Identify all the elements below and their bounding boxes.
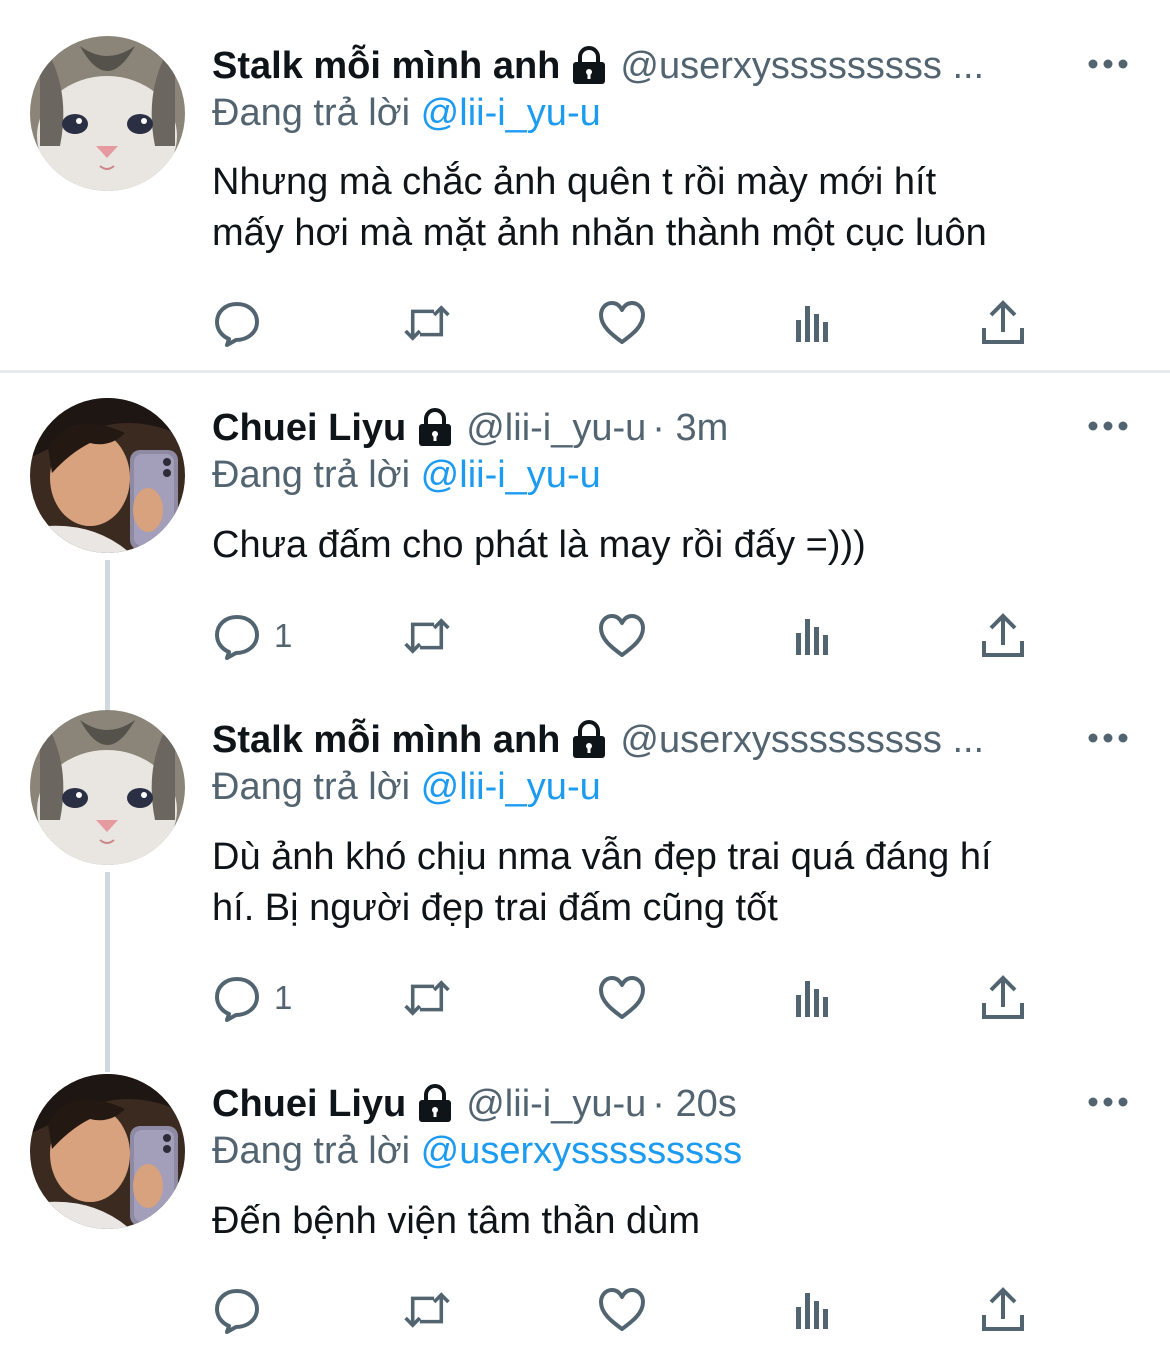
reply-button[interactable] (212, 295, 274, 351)
analytics-icon (796, 619, 828, 655)
analytics-icon (796, 981, 828, 1017)
tweet-header: Chuei Liyu @lii-i_yu-u · 3m (212, 402, 1080, 454)
tweet-text-line: Dù ảnh khó chịu nma vẫn đẹp trai quá đán… (212, 836, 992, 878)
reply-icon (215, 302, 259, 347)
tweet-header: Stalk mỗi mình anh @userxysssssssss ... (212, 714, 1080, 766)
replying-label: Đang trả lời (212, 92, 411, 134)
tweet-text-line: hí. Bị người đẹp trai đấm cũng tốt (212, 887, 778, 929)
display-name[interactable]: Chuei Liyu (212, 407, 406, 450)
lock-icon (570, 720, 608, 760)
tweet-header: Stalk mỗi mình anh @userxysssssssss ... (212, 40, 1080, 92)
like-button[interactable] (597, 295, 647, 351)
more-icon[interactable] (1086, 42, 1130, 86)
tweet-text: Đến bệnh viện tâm thần dùm (212, 1196, 1142, 1247)
avatar-cat[interactable] (30, 36, 185, 191)
retweet-button[interactable] (402, 970, 452, 1026)
tweet-text: Dù ảnh khó chịu nma vẫn đẹp trai quá đán… (212, 832, 1142, 934)
tweet[interactable]: Chuei Liyu @lii-i_yu-u · 20s Đang trả lờ… (0, 1048, 1170, 1356)
analytics-button[interactable] (788, 295, 838, 351)
action-bar (212, 295, 1052, 351)
reply-icon (215, 1289, 259, 1334)
tweet-text-line: mấy hơi mà mặt ảnh nhăn thành một cục lu… (212, 212, 987, 254)
retweet-icon (404, 1292, 450, 1328)
reply-icon (215, 977, 259, 1022)
analytics-icon (796, 1293, 828, 1329)
display-name[interactable]: Chuei Liyu (212, 1083, 406, 1126)
analytics-button[interactable] (788, 970, 838, 1026)
action-bar: 1 (212, 608, 1052, 664)
share-button[interactable] (978, 295, 1028, 351)
tweet[interactable]: Chuei Liyu @lii-i_yu-u · 3m Đang trả lời… (0, 372, 1170, 682)
replying-to: Đang trả lời @lii-i_yu-u (212, 766, 601, 809)
tweet[interactable]: Stalk mỗi mình anh @userxysssssssss ... … (0, 0, 1170, 370)
tweet-text: Nhưng mà chắc ảnh quên t rồi mày mới hít… (212, 157, 1142, 259)
replying-label: Đang trả lời (212, 454, 411, 496)
timestamp[interactable]: · 20s (652, 1083, 736, 1126)
user-handle[interactable]: @userxysssssssss ... (620, 719, 984, 762)
reply-count: 1 (274, 979, 293, 1016)
tweet[interactable]: Stalk mỗi mình anh @userxysssssssss ... … (0, 684, 1170, 1046)
tweet-text-line: Chưa đấm cho phát là may rồi đấy =))) (212, 524, 866, 566)
like-icon (599, 976, 645, 1019)
mention-link[interactable]: @lii-i_yu-u (421, 766, 601, 808)
more-icon[interactable] (1086, 404, 1130, 448)
replying-to: Đang trả lời @lii-i_yu-u (212, 92, 601, 135)
lock-icon (416, 1084, 454, 1124)
share-button[interactable] (978, 970, 1028, 1026)
retweet-button[interactable] (402, 295, 452, 351)
like-icon (599, 1288, 645, 1331)
analytics-button[interactable] (788, 608, 838, 664)
replying-to: Đang trả lời @lii-i_yu-u (212, 454, 601, 497)
avatar-person[interactable] (30, 398, 185, 553)
lock-icon (416, 408, 454, 448)
retweet-icon (404, 980, 450, 1016)
share-icon (982, 975, 1024, 1019)
more-icon[interactable] (1086, 1080, 1130, 1124)
analytics-button[interactable] (788, 1282, 838, 1338)
user-handle[interactable]: @userxysssssssss ... (620, 45, 984, 88)
reply-icon (215, 615, 259, 660)
timestamp[interactable]: · 3m (652, 407, 728, 450)
replying-to: Đang trả lời @userxysssssssss (212, 1130, 742, 1173)
retweet-button[interactable] (402, 608, 452, 664)
action-bar (212, 1282, 1052, 1338)
tweet-text-line: Nhưng mà chắc ảnh quên t rồi mày mới hít (212, 161, 937, 203)
lock-icon (570, 46, 608, 86)
replying-label: Đang trả lời (212, 1130, 411, 1172)
share-icon (982, 613, 1024, 657)
tweet-text: Chưa đấm cho phát là may rồi đấy =))) (212, 520, 1142, 571)
share-icon (982, 300, 1024, 344)
like-button[interactable] (597, 1282, 647, 1338)
display-name[interactable]: Stalk mỗi mình anh (212, 719, 560, 762)
user-handle[interactable]: @lii-i_yu-u (466, 407, 646, 450)
like-button[interactable] (597, 970, 647, 1026)
retweet-icon (404, 618, 450, 654)
tweet-text-line: Đến bệnh viện tâm thần dùm (212, 1200, 700, 1242)
share-icon (982, 1287, 1024, 1331)
like-icon (599, 301, 645, 344)
replying-label: Đang trả lời (212, 766, 411, 808)
retweet-button[interactable] (402, 1282, 452, 1338)
analytics-icon (796, 306, 828, 342)
avatar-person[interactable] (30, 1074, 185, 1229)
reply-count: 1 (274, 617, 293, 654)
tweet-header: Chuei Liyu @lii-i_yu-u · 20s (212, 1078, 1080, 1130)
more-icon[interactable] (1086, 716, 1130, 760)
reply-button[interactable]: 1 (212, 608, 292, 664)
mention-link[interactable]: @lii-i_yu-u (421, 92, 601, 134)
share-button[interactable] (978, 608, 1028, 664)
share-button[interactable] (978, 1282, 1028, 1338)
retweet-icon (404, 305, 450, 341)
display-name[interactable]: Stalk mỗi mình anh (212, 45, 560, 88)
reply-button[interactable] (212, 1282, 274, 1338)
avatar-cat[interactable] (30, 710, 185, 865)
like-icon (599, 614, 645, 657)
like-button[interactable] (597, 608, 647, 664)
mention-link[interactable]: @lii-i_yu-u (421, 454, 601, 496)
user-handle[interactable]: @lii-i_yu-u (466, 1083, 646, 1126)
action-bar: 1 (212, 970, 1052, 1026)
reply-button[interactable]: 1 (212, 970, 292, 1026)
mention-link[interactable]: @userxysssssssss (421, 1130, 743, 1172)
